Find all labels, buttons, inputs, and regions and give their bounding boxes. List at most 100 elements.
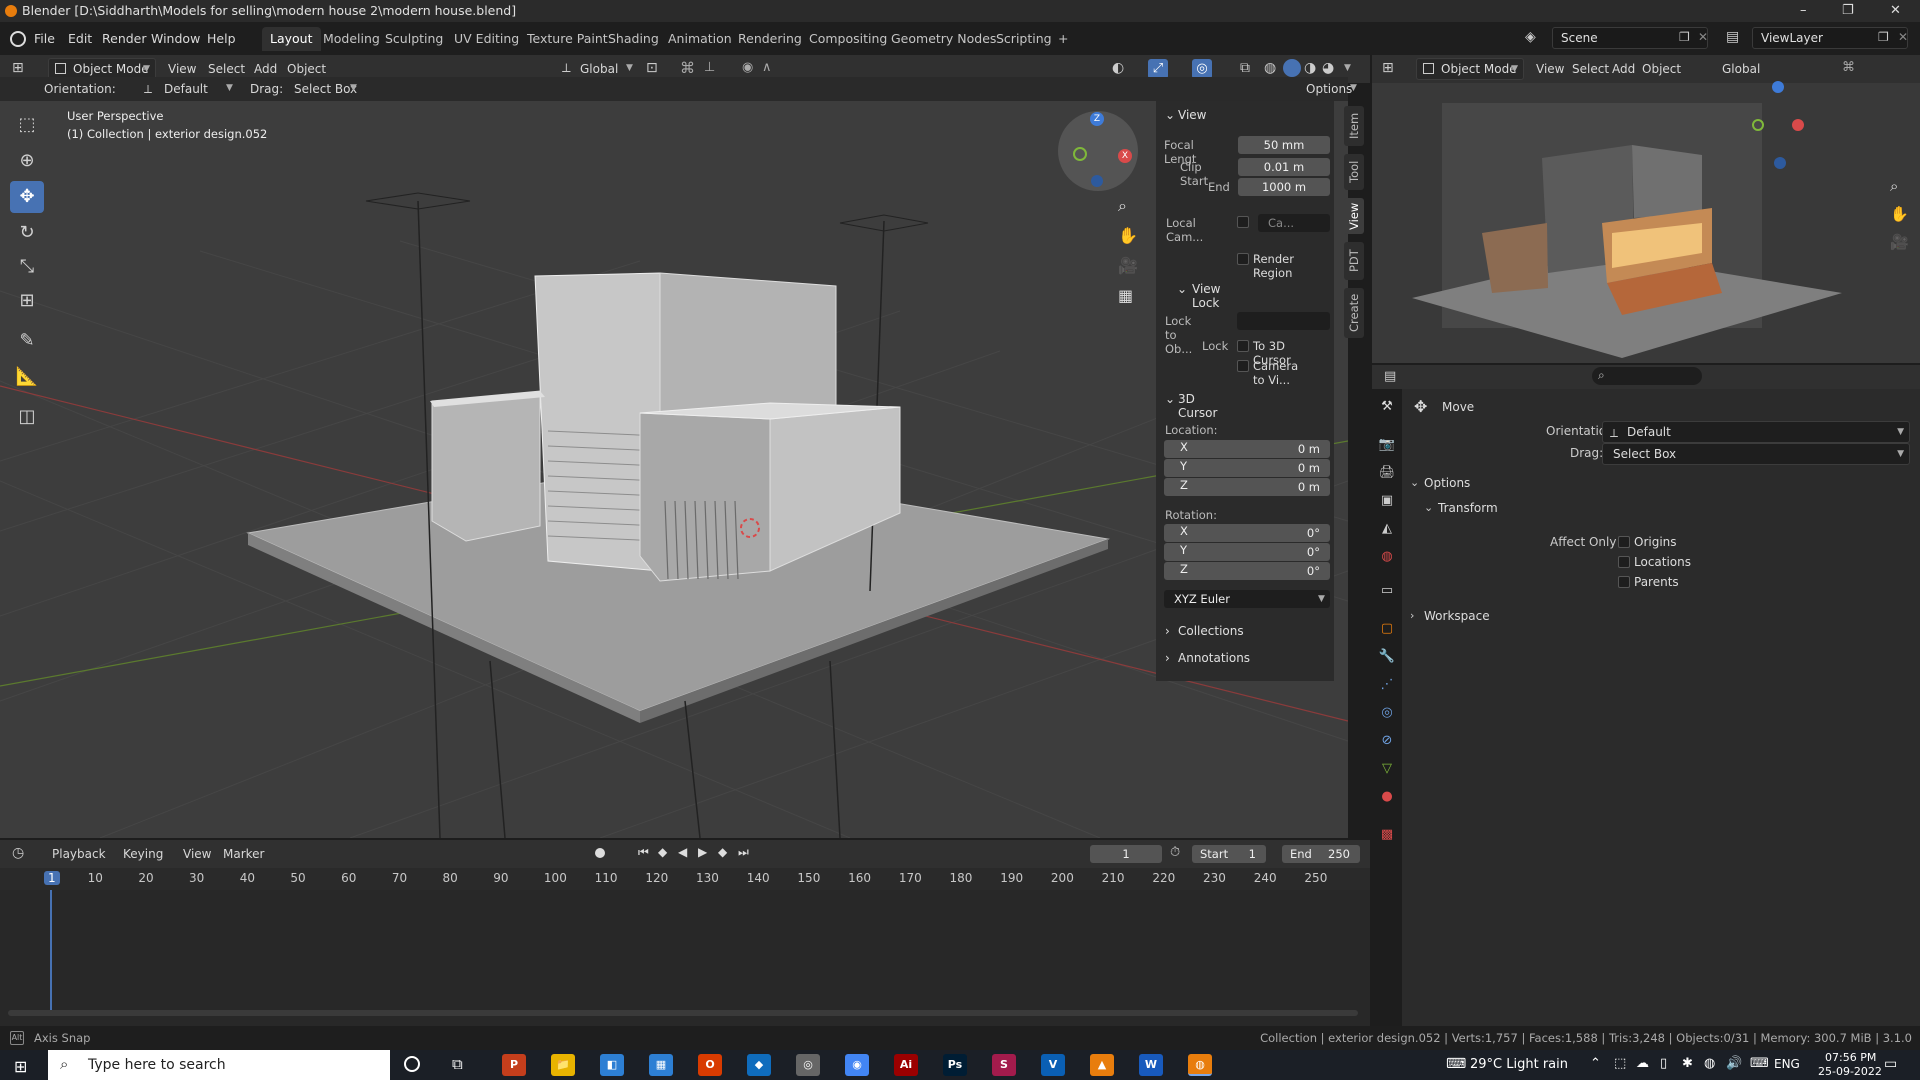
workspace-panel-title[interactable]: Workspace xyxy=(1424,609,1490,623)
taskbar-search-box[interactable]: ⌕ Type here to search xyxy=(48,1050,390,1080)
material-tab-icon[interactable]: ● xyxy=(1378,788,1396,806)
view-lock-chevron-icon[interactable]: ⌄ xyxy=(1177,282,1187,296)
workspace-tab-shading[interactable]: Shading xyxy=(600,27,667,51)
auto-keying-icon[interactable]: ⏱ xyxy=(1170,845,1180,860)
modifier-tab-icon[interactable]: 🔧 xyxy=(1378,648,1396,666)
render-region-checkbox[interactable] xyxy=(1237,253,1249,265)
local-camera-checkbox[interactable] xyxy=(1237,216,1249,228)
rotation-mode-dropdown[interactable]: XYZ Euler xyxy=(1164,590,1330,608)
physics-tab-icon[interactable]: ◎ xyxy=(1378,704,1396,722)
task-view-icon[interactable]: ⧉ xyxy=(452,1055,463,1073)
rendered-shading-icon[interactable]: ◕ xyxy=(1322,60,1334,76)
store-icon[interactable]: ▦ xyxy=(649,1054,673,1076)
cursor-section-chevron-icon[interactable]: ⌄ xyxy=(1165,392,1175,406)
local-camera-field[interactable]: Ca... xyxy=(1258,214,1330,232)
sketchup-icon[interactable]: S xyxy=(992,1054,1016,1076)
cursor-location-z-field[interactable]: 0 m xyxy=(1164,478,1330,496)
prop-orientation-dropdown[interactable]: ⟂ Default ▼ xyxy=(1602,421,1910,443)
tray-cloud-icon[interactable]: ☁ xyxy=(1636,1056,1649,1071)
workspace-tab-scripting[interactable]: Scripting xyxy=(988,27,1060,51)
xray-icon[interactable]: ⧉ xyxy=(1240,60,1250,76)
remove-view-layer-icon[interactable]: ✕ xyxy=(1898,30,1908,44)
collections-section-title[interactable]: Collections xyxy=(1178,624,1244,638)
next-keyframe-icon[interactable]: ◆ xyxy=(718,845,727,859)
cursor-location-x-field[interactable]: 0 m xyxy=(1164,440,1330,458)
blender-taskbar-icon[interactable]: ◍ xyxy=(1188,1054,1212,1076)
render-tab-icon[interactable]: 📷 xyxy=(1378,436,1396,454)
menu-file[interactable]: File xyxy=(34,22,55,55)
affect-parents-checkbox[interactable] xyxy=(1618,576,1630,588)
visibility-icon[interactable]: ◐ xyxy=(1112,60,1124,76)
app-icon[interactable]: ◎ xyxy=(796,1054,820,1076)
workspace-panel-chevron-icon[interactable]: › xyxy=(1410,609,1414,622)
overlay-toggle-icon[interactable]: ◎ xyxy=(1192,59,1212,79)
menu-window[interactable]: Window xyxy=(151,22,200,55)
tray-globe-icon[interactable]: ◍ xyxy=(1704,1056,1715,1071)
preview-gizmo-y[interactable] xyxy=(1752,119,1764,131)
world-tab-icon[interactable]: ◍ xyxy=(1378,548,1396,566)
preview-view-menu[interactable]: View xyxy=(1536,58,1564,80)
menu-render[interactable]: Render xyxy=(102,22,147,55)
options-dropdown[interactable]: Options xyxy=(1306,78,1352,100)
constraints-tab-icon[interactable]: ⊘ xyxy=(1378,732,1396,750)
gizmo-toggle-icon[interactable]: ⤢ xyxy=(1148,59,1168,79)
vlc-icon[interactable]: ▲ xyxy=(1090,1054,1114,1076)
sidebar-tab-pdt[interactable]: PDT xyxy=(1344,242,1364,280)
sidebar-tab-item[interactable]: Item xyxy=(1344,106,1364,146)
object-tab-icon[interactable]: ▢ xyxy=(1378,620,1396,638)
rotate-tool-icon[interactable]: ↻ xyxy=(10,217,44,249)
sidebar-tab-view[interactable]: View xyxy=(1344,198,1364,234)
gizmo-y-axis[interactable] xyxy=(1073,147,1087,161)
orthographic-toggle-icon[interactable]: ▦ xyxy=(1118,286,1133,305)
timeline-ruler[interactable]: 1 10 20 30 40 50 60 70 80 90 100 110 120 130 140 150 160… xyxy=(0,868,1370,890)
start-frame-field[interactable]: Start 1 xyxy=(1192,845,1266,863)
lock-to-object-field[interactable] xyxy=(1237,312,1330,330)
timeline-scrollbar[interactable] xyxy=(8,1010,1358,1016)
clock-date[interactable]: 25-09-2022 xyxy=(1818,1065,1882,1078)
shading-options-icon[interactable]: ▼ xyxy=(1344,63,1351,73)
gizmo-z-axis[interactable]: Z xyxy=(1090,112,1104,126)
cursor-rotation-z-field[interactable]: 0° xyxy=(1164,562,1330,580)
scene-tab-icon[interactable]: ◭ xyxy=(1378,520,1396,538)
tray-bluetooth-icon[interactable]: ✱ xyxy=(1682,1056,1693,1071)
3d-viewport[interactable]: User Perspective (1) Collection | exteri… xyxy=(0,101,1348,838)
preview-pan-icon[interactable]: ✋ xyxy=(1890,205,1909,223)
keyboard-icon[interactable]: ⌨ xyxy=(1446,1056,1466,1072)
drag-dropdown[interactable]: Select Box xyxy=(294,78,357,100)
annotations-section-title[interactable]: Annotations xyxy=(1178,651,1250,665)
sidebar-tab-create[interactable]: Create xyxy=(1344,288,1364,338)
screen-sketch-icon[interactable]: ◧ xyxy=(600,1054,624,1076)
scene-icon[interactable]: ◈ xyxy=(1525,29,1536,45)
workspace-tab-animation[interactable]: Animation xyxy=(660,27,740,51)
tray-chevron-icon[interactable]: ⌃ xyxy=(1590,1056,1601,1071)
solid-shading-icon[interactable] xyxy=(1283,59,1301,77)
preview-gizmo-x[interactable] xyxy=(1792,119,1804,131)
weather-text[interactable]: 29°C Light rain xyxy=(1470,1057,1568,1072)
affect-origins-checkbox[interactable] xyxy=(1618,536,1630,548)
workspace-tab-uv-editing[interactable]: UV Editing xyxy=(446,27,527,51)
preview-mode-dropdown[interactable]: Object Mode ▼ xyxy=(1416,58,1524,80)
playback-menu[interactable]: Playback xyxy=(52,843,106,865)
data-tab-icon[interactable]: ▽ xyxy=(1378,760,1396,778)
workspace-tab-sculpting[interactable]: Sculpting xyxy=(377,27,451,51)
preview-select-menu[interactable]: Select xyxy=(1572,58,1609,80)
measure-tool-icon[interactable]: 📐 xyxy=(10,361,44,393)
input-language[interactable]: ENG xyxy=(1774,1057,1800,1071)
preview-gizmo-neg-z[interactable] xyxy=(1774,157,1786,169)
material-shading-icon[interactable]: ◑ xyxy=(1304,60,1316,76)
current-frame-field[interactable]: 1 xyxy=(1090,845,1162,863)
menu-help[interactable]: Help xyxy=(207,22,236,55)
keying-menu[interactable]: Keying xyxy=(123,843,163,865)
affect-locations-checkbox[interactable] xyxy=(1618,556,1630,568)
word-icon[interactable]: W xyxy=(1139,1054,1163,1076)
focal-length-field[interactable]: 50 mm xyxy=(1238,136,1330,154)
prev-keyframe-icon[interactable]: ◆ xyxy=(658,845,667,859)
camera-view-icon[interactable]: 🎥 xyxy=(1118,256,1138,275)
preview-camera-icon[interactable]: 🎥 xyxy=(1890,233,1909,251)
pivot-icon[interactable]: ⊡ xyxy=(646,60,658,76)
move-tool-icon[interactable]: ✥ xyxy=(10,181,44,213)
record-icon[interactable] xyxy=(595,848,605,858)
clip-start-field[interactable]: 0.01 m xyxy=(1238,158,1330,176)
minimize-button[interactable]: – xyxy=(1800,0,1807,22)
play-icon[interactable]: ▶ xyxy=(698,845,707,859)
